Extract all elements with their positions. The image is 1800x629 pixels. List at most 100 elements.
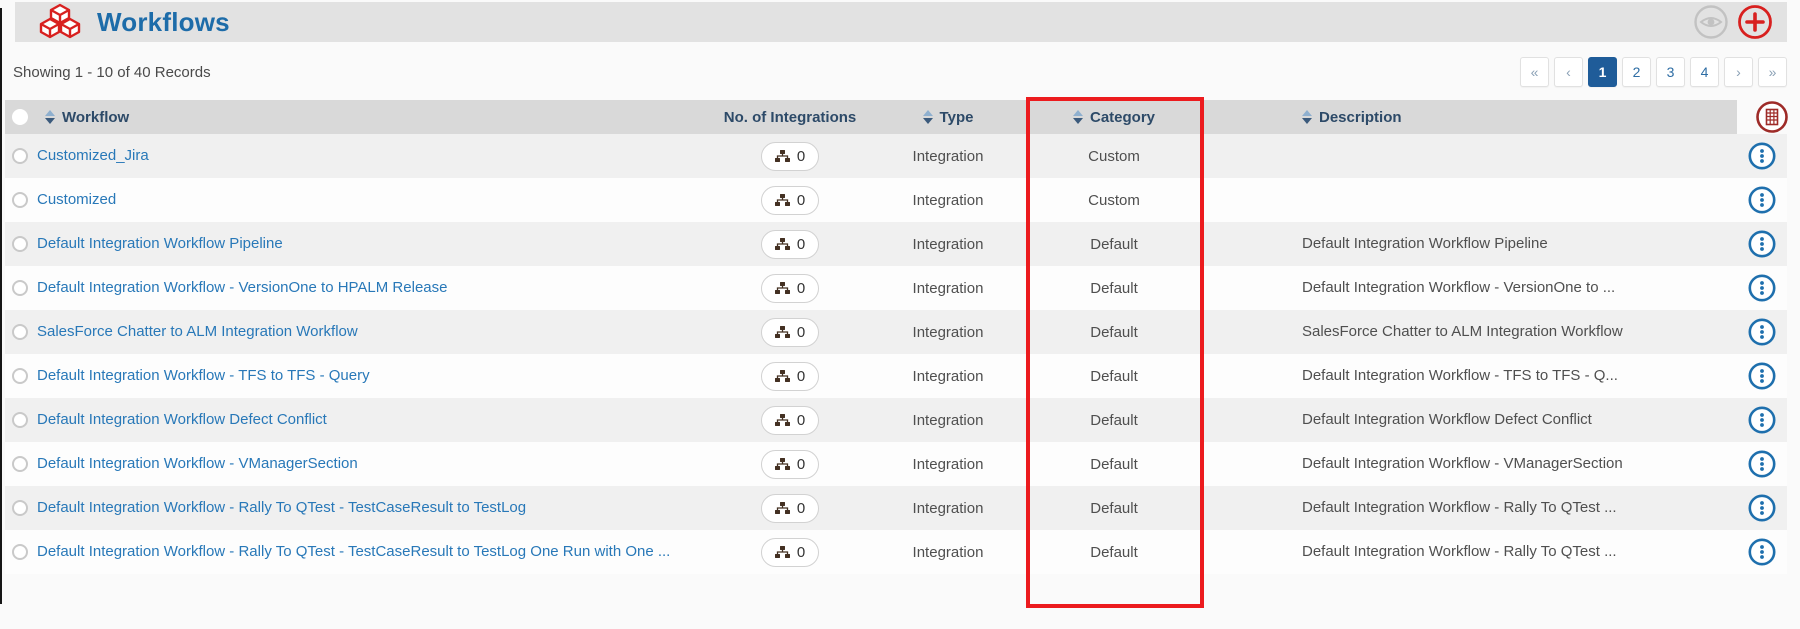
row-menu-kebab-icon[interactable]: [1748, 274, 1776, 302]
integrations-count-badge[interactable]: 0: [760, 493, 820, 523]
workflow-link[interactable]: Default Integration Workflow - TFS to TF…: [35, 367, 370, 384]
type-cell: Integration: [912, 499, 984, 517]
row-radio[interactable]: [12, 324, 28, 340]
sort-icon: [1072, 110, 1083, 124]
table-row: Customized_Jira 0 Integration Custom: [5, 134, 1787, 178]
workflow-link[interactable]: Default Integration Workflow - Rally To …: [35, 499, 526, 516]
integrations-cell: 0: [702, 317, 878, 347]
row-menu-kebab-icon[interactable]: [1748, 142, 1776, 170]
description-cell: Default Integration Workflow Pipeline: [1302, 235, 1548, 252]
workflow-link[interactable]: Default Integration Workflow Defect Conf…: [35, 411, 327, 428]
row-radio[interactable]: [12, 192, 28, 208]
row-radio[interactable]: [12, 500, 28, 516]
row-radio-cell: [5, 324, 35, 340]
row-actions-cell: [1737, 406, 1787, 434]
row-menu-kebab-icon[interactable]: [1748, 494, 1776, 522]
integrations-count-badge[interactable]: 0: [760, 361, 820, 391]
header-radio[interactable]: [12, 109, 28, 125]
row-radio[interactable]: [12, 544, 28, 560]
integrations-count-badge[interactable]: 0: [760, 405, 820, 435]
pagination-prev-button[interactable]: ‹: [1554, 57, 1583, 87]
description-cell: Default Integration Workflow - VersionOn…: [1302, 279, 1616, 296]
workflow-link[interactable]: Default Integration Workflow - Rally To …: [35, 543, 670, 560]
sitemap-icon: [774, 457, 790, 471]
integrations-cell: 0: [702, 141, 878, 171]
integrations-cell: 0: [702, 273, 878, 303]
table-row: Default Integration Workflow - VersionOn…: [5, 266, 1787, 310]
integrations-count-badge[interactable]: 0: [760, 141, 820, 171]
column-header-type[interactable]: Type: [878, 100, 1018, 134]
pagination-first-button[interactable]: «: [1520, 57, 1549, 87]
pagination-page-1[interactable]: 1: [1588, 57, 1617, 87]
pagination-page-4[interactable]: 4: [1690, 57, 1719, 87]
table-header-row: Workflow No. of Integrations Type Catego…: [5, 100, 1789, 134]
workflow-cell: Default Integration Workflow Defect Conf…: [35, 411, 702, 429]
row-menu-kebab-icon[interactable]: [1748, 450, 1776, 478]
integrations-count-badge[interactable]: 0: [760, 185, 820, 215]
row-radio[interactable]: [12, 280, 28, 296]
workflow-cell: Default Integration Workflow - Rally To …: [35, 543, 702, 561]
integrations-count-badge[interactable]: 0: [760, 273, 820, 303]
workflow-link[interactable]: Default Integration Workflow - VersionOn…: [35, 279, 447, 296]
integrations-count: 0: [796, 411, 806, 429]
workflow-link[interactable]: Default Integration Workflow Pipeline: [35, 235, 283, 252]
column-header-category[interactable]: Category: [1018, 100, 1210, 134]
row-radio-cell: [5, 368, 35, 384]
row-menu-kebab-icon[interactable]: [1748, 230, 1776, 258]
sort-icon: [922, 110, 933, 124]
type-cell: Integration: [912, 411, 984, 429]
row-radio[interactable]: [12, 412, 28, 428]
workflow-link[interactable]: Customized_Jira: [35, 147, 149, 164]
integrations-count-badge[interactable]: 0: [760, 229, 820, 259]
workflow-cell: SalesForce Chatter to ALM Integration Wo…: [35, 323, 702, 341]
integrations-count: 0: [796, 147, 806, 165]
integrations-cell: 0: [702, 361, 878, 391]
row-radio-cell: [5, 280, 35, 296]
row-radio-cell: [5, 192, 35, 208]
pagination-page-3[interactable]: 3: [1656, 57, 1685, 87]
row-menu-kebab-icon[interactable]: [1748, 186, 1776, 214]
row-menu-kebab-icon[interactable]: [1748, 406, 1776, 434]
description-cell: Default Integration Workflow - TFS to TF…: [1302, 367, 1618, 384]
row-radio[interactable]: [12, 148, 28, 164]
row-actions-cell: [1737, 142, 1787, 170]
pagination-next-button[interactable]: ›: [1724, 57, 1753, 87]
workflow-cell: Default Integration Workflow - Rally To …: [35, 499, 702, 517]
category-cell: Default: [1090, 279, 1138, 297]
column-chooser-icon[interactable]: [1755, 100, 1789, 134]
workflow-link[interactable]: SalesForce Chatter to ALM Integration Wo…: [35, 323, 358, 340]
row-menu-kebab-icon[interactable]: [1748, 362, 1776, 390]
integrations-cell: 0: [702, 229, 878, 259]
integrations-count-badge[interactable]: 0: [760, 449, 820, 479]
row-radio[interactable]: [12, 368, 28, 384]
sort-icon: [45, 110, 55, 124]
workflow-cell: Default Integration Workflow Pipeline: [35, 235, 702, 253]
category-cell: Default: [1090, 543, 1138, 561]
row-radio-cell: [5, 544, 35, 560]
row-radio-cell: [5, 500, 35, 516]
workflow-link[interactable]: Default Integration Workflow - VManagerS…: [35, 455, 358, 472]
column-header-workflow[interactable]: Workflow: [35, 100, 702, 134]
integrations-count: 0: [796, 455, 806, 473]
add-workflow-plus-icon[interactable]: [1737, 4, 1773, 40]
row-menu-kebab-icon[interactable]: [1748, 538, 1776, 566]
records-summary: Showing 1 - 10 of 40 Records: [13, 63, 211, 81]
row-menu-kebab-icon[interactable]: [1748, 318, 1776, 346]
pagination: « ‹ 1 2 3 4 › »: [1520, 57, 1787, 87]
integrations-count-badge[interactable]: 0: [760, 537, 820, 567]
row-radio[interactable]: [12, 456, 28, 472]
column-header-description[interactable]: Description: [1210, 100, 1737, 134]
pagination-last-button[interactable]: »: [1758, 57, 1787, 87]
integrations-count-badge[interactable]: 0: [760, 317, 820, 347]
column-chooser-cell: [1737, 100, 1789, 134]
eye-icon[interactable]: [1693, 4, 1729, 40]
category-cell: Default: [1090, 455, 1138, 473]
sitemap-icon: [774, 149, 790, 163]
workflows-table: Workflow No. of Integrations Type Catego…: [5, 100, 1789, 574]
pagination-page-2[interactable]: 2: [1622, 57, 1651, 87]
workflow-link[interactable]: Customized: [35, 191, 116, 208]
sitemap-icon: [774, 281, 790, 295]
sitemap-icon: [774, 325, 790, 339]
row-radio[interactable]: [12, 236, 28, 252]
row-actions-cell: [1737, 318, 1787, 346]
